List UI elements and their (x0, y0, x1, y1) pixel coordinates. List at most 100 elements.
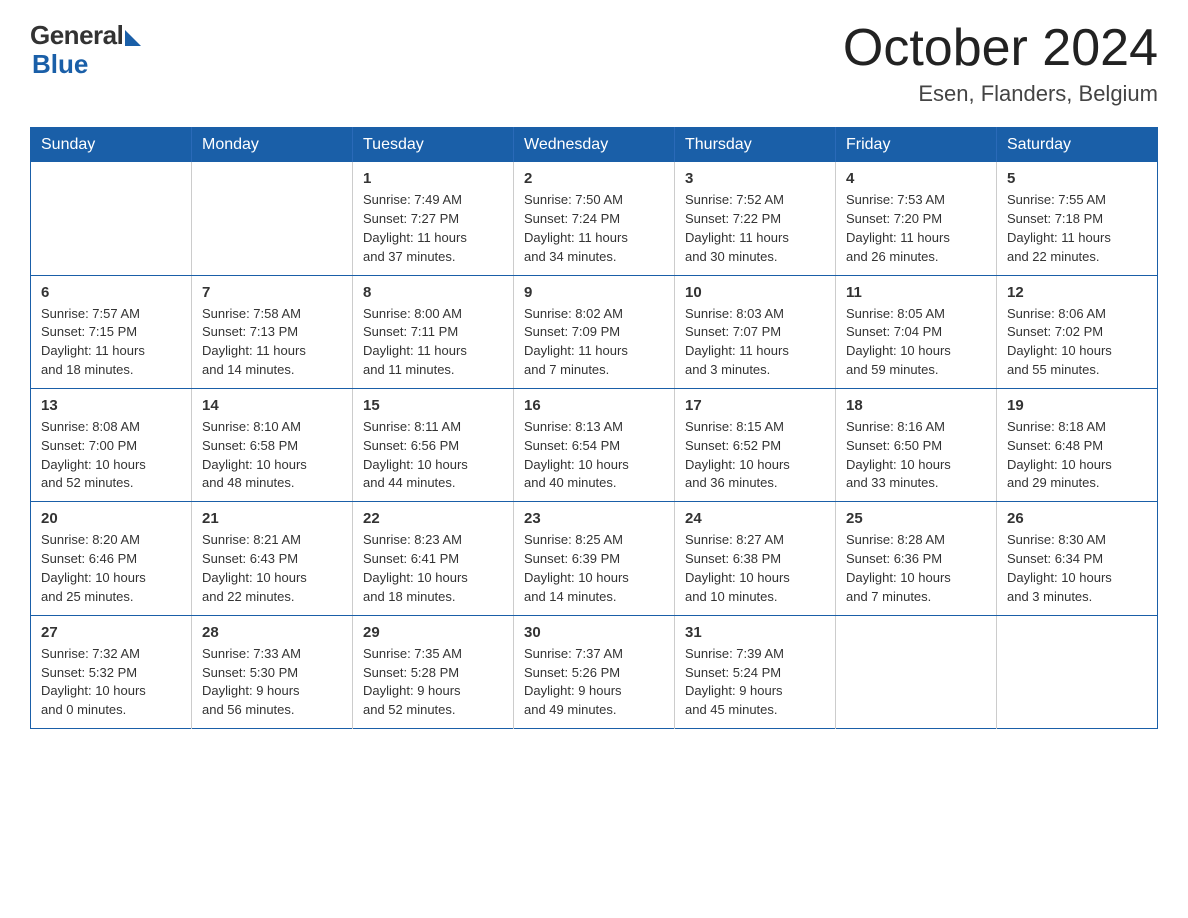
day-info: Sunrise: 8:28 AM Sunset: 6:36 PM Dayligh… (846, 531, 986, 606)
calendar-cell: 4 Sunrise: 7:53 AM Sunset: 7:20 PM Daylig… (836, 162, 997, 275)
day-info: Sunrise: 8:00 AM Sunset: 7:11 PM Dayligh… (363, 305, 503, 380)
day-number: 20 (41, 510, 181, 527)
day-number: 16 (524, 397, 664, 414)
day-info: Sunrise: 8:30 AM Sunset: 6:34 PM Dayligh… (1007, 531, 1147, 606)
day-number: 29 (363, 624, 503, 641)
day-info: Sunrise: 7:50 AM Sunset: 7:24 PM Dayligh… (524, 191, 664, 266)
day-number: 21 (202, 510, 342, 527)
calendar-week-row: 20 Sunrise: 8:20 AM Sunset: 6:46 PM Dayli… (31, 502, 1158, 615)
calendar-cell: 3 Sunrise: 7:52 AM Sunset: 7:22 PM Daylig… (675, 162, 836, 275)
calendar-cell: 28Sunrise: 7:33 AM Sunset: 5:30 PM Dayli… (192, 615, 353, 728)
day-number: 5 (1007, 170, 1147, 187)
day-number: 8 (363, 284, 503, 301)
calendar-cell: 21 Sunrise: 8:21 AM Sunset: 6:43 PM Dayli… (192, 502, 353, 615)
location-title: Esen, Flanders, Belgium (843, 81, 1158, 107)
day-number: 3 (685, 170, 825, 187)
calendar-cell: 2 Sunrise: 7:50 AM Sunset: 7:24 PM Daylig… (514, 162, 675, 275)
calendar-cell (192, 162, 353, 275)
day-info: Sunrise: 8:25 AM Sunset: 6:39 PM Dayligh… (524, 531, 664, 606)
calendar-cell: 10Sunrise: 8:03 AM Sunset: 7:07 PM Dayli… (675, 275, 836, 388)
calendar-cell: 5Sunrise: 7:55 AM Sunset: 7:18 PM Daylig… (997, 162, 1158, 275)
calendar-header-row: SundayMondayTuesdayWednesdayThursdayFrid… (31, 128, 1158, 163)
title-section: October 2024 Esen, Flanders, Belgium (843, 20, 1158, 107)
day-info: Sunrise: 7:49 AM Sunset: 7:27 PM Dayligh… (363, 191, 503, 266)
day-info: Sunrise: 8:16 AM Sunset: 6:50 PM Dayligh… (846, 418, 986, 493)
calendar-cell: 9Sunrise: 8:02 AM Sunset: 7:09 PM Daylig… (514, 275, 675, 388)
calendar-cell: 31 Sunrise: 7:39 AM Sunset: 5:24 PM Dayli… (675, 615, 836, 728)
calendar-cell: 12Sunrise: 8:06 AM Sunset: 7:02 PM Dayli… (997, 275, 1158, 388)
day-number: 28 (202, 624, 342, 641)
day-info: Sunrise: 8:23 AM Sunset: 6:41 PM Dayligh… (363, 531, 503, 606)
day-number: 2 (524, 170, 664, 187)
day-info: Sunrise: 7:37 AM Sunset: 5:26 PM Dayligh… (524, 645, 664, 720)
day-info: Sunrise: 7:39 AM Sunset: 5:24 PM Dayligh… (685, 645, 825, 720)
day-number: 23 (524, 510, 664, 527)
calendar-header-tuesday: Tuesday (353, 128, 514, 163)
day-number: 12 (1007, 284, 1147, 301)
day-info: Sunrise: 7:53 AM Sunset: 7:20 PM Dayligh… (846, 191, 986, 266)
day-info: Sunrise: 8:15 AM Sunset: 6:52 PM Dayligh… (685, 418, 825, 493)
day-number: 6 (41, 284, 181, 301)
day-number: 22 (363, 510, 503, 527)
calendar-cell: 17 Sunrise: 8:15 AM Sunset: 6:52 PM Dayli… (675, 388, 836, 501)
day-info: Sunrise: 8:10 AM Sunset: 6:58 PM Dayligh… (202, 418, 342, 493)
month-title: October 2024 (843, 20, 1158, 77)
calendar-header-thursday: Thursday (675, 128, 836, 163)
day-info: Sunrise: 8:03 AM Sunset: 7:07 PM Dayligh… (685, 305, 825, 380)
day-number: 15 (363, 397, 503, 414)
day-info: Sunrise: 8:13 AM Sunset: 6:54 PM Dayligh… (524, 418, 664, 493)
calendar-cell: 26Sunrise: 8:30 AM Sunset: 6:34 PM Dayli… (997, 502, 1158, 615)
day-number: 13 (41, 397, 181, 414)
day-info: Sunrise: 8:20 AM Sunset: 6:46 PM Dayligh… (41, 531, 181, 606)
day-number: 27 (41, 624, 181, 641)
day-number: 17 (685, 397, 825, 414)
day-number: 31 (685, 624, 825, 641)
calendar-week-row: 13 Sunrise: 8:08 AM Sunset: 7:00 PM Dayli… (31, 388, 1158, 501)
day-info: Sunrise: 8:21 AM Sunset: 6:43 PM Dayligh… (202, 531, 342, 606)
calendar-header-friday: Friday (836, 128, 997, 163)
day-info: Sunrise: 7:35 AM Sunset: 5:28 PM Dayligh… (363, 645, 503, 720)
logo: General Blue (30, 20, 141, 80)
calendar-week-row: 1 Sunrise: 7:49 AM Sunset: 7:27 PM Daylig… (31, 162, 1158, 275)
calendar-cell: 14Sunrise: 8:10 AM Sunset: 6:58 PM Dayli… (192, 388, 353, 501)
calendar-cell: 19 Sunrise: 8:18 AM Sunset: 6:48 PM Dayli… (997, 388, 1158, 501)
calendar-week-row: 6Sunrise: 7:57 AM Sunset: 7:15 PM Daylig… (31, 275, 1158, 388)
calendar-cell: 15Sunrise: 8:11 AM Sunset: 6:56 PM Dayli… (353, 388, 514, 501)
calendar-cell: 20 Sunrise: 8:20 AM Sunset: 6:46 PM Dayli… (31, 502, 192, 615)
day-info: Sunrise: 7:32 AM Sunset: 5:32 PM Dayligh… (41, 645, 181, 720)
calendar-cell: 30 Sunrise: 7:37 AM Sunset: 5:26 PM Dayli… (514, 615, 675, 728)
calendar-table: SundayMondayTuesdayWednesdayThursdayFrid… (30, 127, 1158, 729)
logo-general-text: General (30, 20, 123, 51)
calendar-cell: 6Sunrise: 7:57 AM Sunset: 7:15 PM Daylig… (31, 275, 192, 388)
day-number: 1 (363, 170, 503, 187)
day-number: 11 (846, 284, 986, 301)
day-info: Sunrise: 7:52 AM Sunset: 7:22 PM Dayligh… (685, 191, 825, 266)
day-info: Sunrise: 8:18 AM Sunset: 6:48 PM Dayligh… (1007, 418, 1147, 493)
day-number: 4 (846, 170, 986, 187)
calendar-cell: 16 Sunrise: 8:13 AM Sunset: 6:54 PM Dayli… (514, 388, 675, 501)
day-number: 25 (846, 510, 986, 527)
calendar-header-monday: Monday (192, 128, 353, 163)
day-number: 7 (202, 284, 342, 301)
day-number: 18 (846, 397, 986, 414)
calendar-cell: 18 Sunrise: 8:16 AM Sunset: 6:50 PM Dayli… (836, 388, 997, 501)
day-info: Sunrise: 8:08 AM Sunset: 7:00 PM Dayligh… (41, 418, 181, 493)
day-info: Sunrise: 7:58 AM Sunset: 7:13 PM Dayligh… (202, 305, 342, 380)
day-number: 30 (524, 624, 664, 641)
calendar-cell: 11 Sunrise: 8:05 AM Sunset: 7:04 PM Dayli… (836, 275, 997, 388)
logo-blue-text: Blue (30, 49, 88, 80)
calendar-header-saturday: Saturday (997, 128, 1158, 163)
calendar-cell (836, 615, 997, 728)
calendar-cell: 27 Sunrise: 7:32 AM Sunset: 5:32 PM Dayli… (31, 615, 192, 728)
calendar-cell: 8 Sunrise: 8:00 AM Sunset: 7:11 PM Daylig… (353, 275, 514, 388)
day-info: Sunrise: 8:05 AM Sunset: 7:04 PM Dayligh… (846, 305, 986, 380)
calendar-week-row: 27 Sunrise: 7:32 AM Sunset: 5:32 PM Dayli… (31, 615, 1158, 728)
calendar-cell: 23 Sunrise: 8:25 AM Sunset: 6:39 PM Dayli… (514, 502, 675, 615)
calendar-cell: 24 Sunrise: 8:27 AM Sunset: 6:38 PM Dayli… (675, 502, 836, 615)
day-number: 9 (524, 284, 664, 301)
day-info: Sunrise: 8:27 AM Sunset: 6:38 PM Dayligh… (685, 531, 825, 606)
calendar-cell: 1 Sunrise: 7:49 AM Sunset: 7:27 PM Daylig… (353, 162, 514, 275)
calendar-header-sunday: Sunday (31, 128, 192, 163)
day-number: 24 (685, 510, 825, 527)
day-number: 19 (1007, 397, 1147, 414)
